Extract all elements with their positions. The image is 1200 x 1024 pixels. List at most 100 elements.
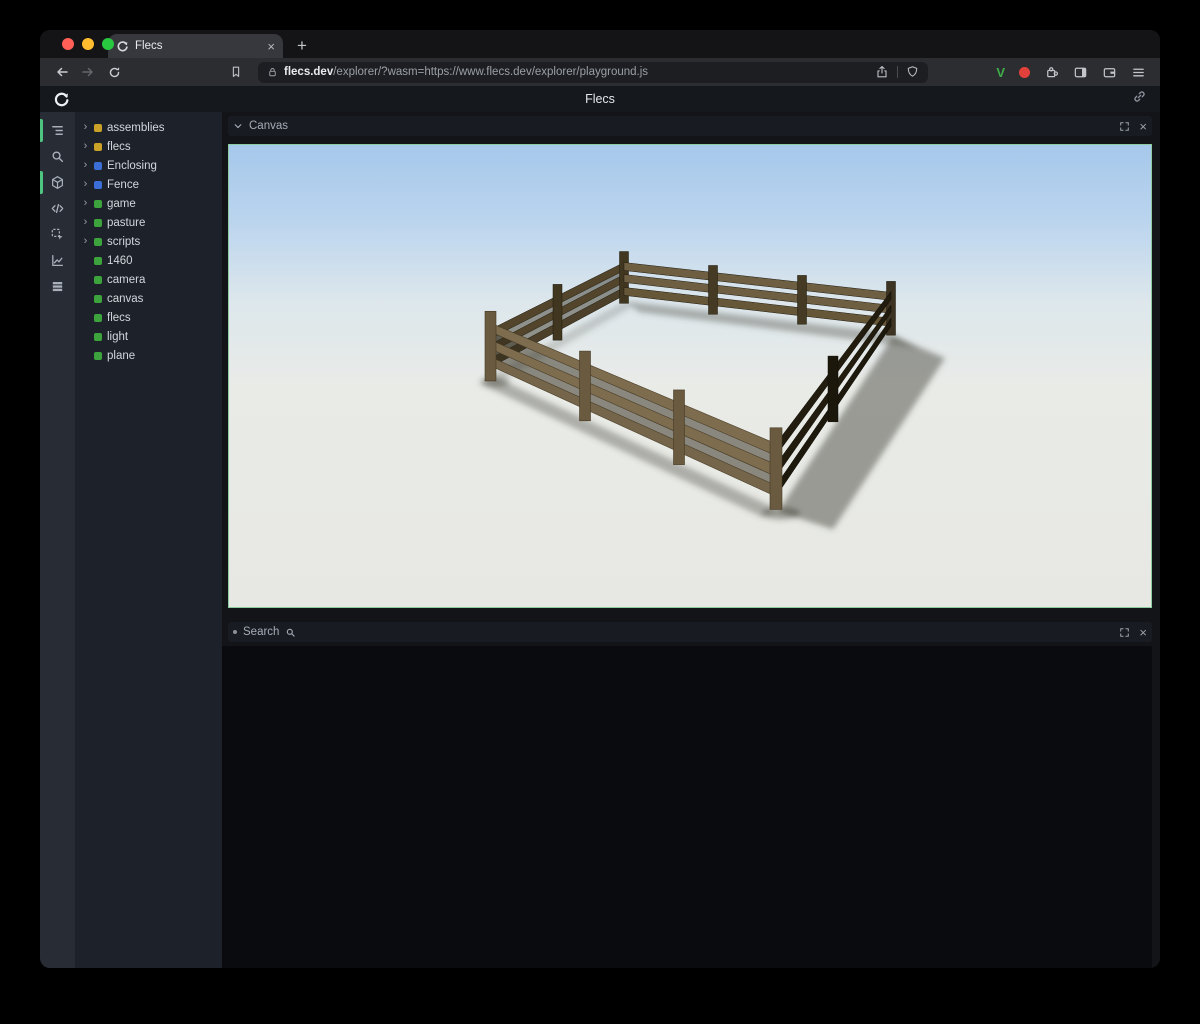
search-panel-content[interactable] bbox=[222, 646, 1152, 968]
close-window-button[interactable] bbox=[62, 38, 74, 50]
lock-icon bbox=[267, 66, 278, 78]
tab-close-icon[interactable]: × bbox=[267, 40, 275, 53]
canvas-panel-header: Canvas × bbox=[228, 116, 1152, 136]
close-panel-icon[interactable]: × bbox=[1139, 626, 1147, 639]
browser-tab-strip: Flecs × + bbox=[40, 30, 1160, 58]
tree-item-light[interactable]: light bbox=[75, 327, 222, 346]
entity-color-square bbox=[94, 200, 102, 208]
expand-panel-icon[interactable] bbox=[1119, 627, 1130, 638]
canvas-3d-scene bbox=[229, 145, 1151, 607]
expander-chevron-icon[interactable]: › bbox=[82, 160, 89, 171]
tree-item-scripts[interactable]: ›scripts bbox=[75, 232, 222, 251]
close-panel-icon[interactable]: × bbox=[1139, 120, 1147, 133]
forward-button[interactable] bbox=[76, 61, 100, 83]
stats-chart-icon[interactable] bbox=[47, 251, 69, 270]
entity-color-square bbox=[94, 162, 102, 170]
browser-window: Flecs × + flecs.dev/explorer/?wasm=https… bbox=[40, 30, 1160, 968]
entity-color-square bbox=[94, 143, 102, 151]
entity-label: flecs bbox=[107, 141, 131, 153]
wallet-icon[interactable] bbox=[1102, 65, 1117, 80]
tab-favicon-flecs-logo bbox=[116, 40, 129, 53]
tree-item-assemblies[interactable]: › assemblies bbox=[75, 118, 222, 137]
entity-label: plane bbox=[107, 350, 135, 362]
url-text: flecs.dev/explorer/?wasm=https://www.fle… bbox=[284, 66, 648, 78]
shield-icon[interactable] bbox=[906, 65, 919, 79]
search-icon[interactable] bbox=[47, 147, 69, 166]
entity-tree: ›assemblies›flecs›Enclosing›Fence›game›p… bbox=[75, 112, 222, 968]
collapse-chevron-icon[interactable] bbox=[233, 121, 243, 131]
entity-color-square bbox=[94, 219, 102, 227]
url-path: /explorer/?wasm=https://www.flecs.dev/ex… bbox=[333, 66, 648, 78]
scene-cube-icon[interactable] bbox=[47, 173, 69, 192]
tables-rows-icon[interactable] bbox=[47, 277, 69, 296]
entity-label: Enclosing bbox=[107, 160, 157, 172]
entity-label: light bbox=[107, 331, 128, 343]
sky-and-ground bbox=[229, 145, 1151, 607]
entity-color-square bbox=[94, 333, 102, 341]
extension-red-dot-icon[interactable] bbox=[1019, 67, 1030, 78]
tree-item-plane[interactable]: plane bbox=[75, 346, 222, 365]
search-small-icon bbox=[285, 627, 296, 638]
minimize-window-button[interactable] bbox=[82, 38, 94, 50]
share-icon[interactable] bbox=[875, 65, 889, 79]
back-button[interactable] bbox=[50, 61, 74, 83]
entity-label: flecs bbox=[107, 312, 131, 324]
search-panel-title: Search bbox=[243, 626, 279, 638]
entity-color-square bbox=[94, 295, 102, 303]
url-domain: flecs.dev bbox=[284, 66, 333, 78]
expand-panel-icon[interactable] bbox=[1119, 121, 1130, 132]
entity-label: pasture bbox=[107, 217, 145, 229]
expander-chevron-icon[interactable]: › bbox=[82, 122, 89, 133]
browser-tab[interactable]: Flecs × bbox=[108, 34, 283, 58]
expander-chevron-icon[interactable]: › bbox=[82, 236, 89, 247]
entity-color-square bbox=[94, 181, 102, 189]
app-header: Flecs bbox=[40, 86, 1160, 112]
entity-color-square bbox=[94, 352, 102, 360]
zoom-window-button[interactable] bbox=[102, 38, 114, 50]
inspect-cursor-icon[interactable] bbox=[47, 225, 69, 244]
extensions-puzzle-icon[interactable] bbox=[1044, 65, 1059, 80]
main-panels: Canvas × bbox=[222, 112, 1160, 968]
search-panel-actions: × bbox=[1119, 626, 1147, 639]
code-icon[interactable] bbox=[47, 199, 69, 218]
extension-v-icon[interactable]: V bbox=[996, 65, 1005, 80]
entity-label: 1460 bbox=[107, 255, 133, 267]
entity-label: assemblies bbox=[107, 122, 165, 134]
panel-bullet-icon[interactable] bbox=[233, 630, 237, 634]
expander-chevron-icon[interactable]: › bbox=[82, 217, 89, 228]
tree-item-flecs[interactable]: › flecs bbox=[75, 137, 222, 156]
canvas-3d-viewport[interactable] bbox=[228, 144, 1152, 608]
tree-item-camera[interactable]: camera bbox=[75, 270, 222, 289]
bookmarks-icon[interactable] bbox=[224, 61, 248, 83]
tree-item-game[interactable]: ›game bbox=[75, 194, 222, 213]
canvas-panel-actions: × bbox=[1119, 120, 1147, 133]
entity-color-square bbox=[94, 257, 102, 265]
tab-title: Flecs bbox=[135, 40, 162, 52]
window-controls bbox=[62, 38, 114, 50]
tree-item-1460[interactable]: 1460 bbox=[75, 251, 222, 270]
tree-item-pasture[interactable]: › pasture bbox=[75, 213, 222, 232]
search-panel-header: Search × bbox=[228, 622, 1152, 642]
menu-hamburger-icon[interactable] bbox=[1131, 65, 1146, 80]
icon-rail bbox=[40, 112, 75, 968]
tree-item-Enclosing[interactable]: › Enclosing bbox=[75, 156, 222, 175]
address-bar-actions bbox=[875, 65, 919, 79]
tree-item-flecs[interactable]: flecs bbox=[75, 308, 222, 327]
expander-chevron-icon[interactable]: › bbox=[82, 179, 89, 190]
entity-label: Fence bbox=[107, 179, 139, 191]
entity-color-square bbox=[94, 124, 102, 132]
address-bar[interactable]: flecs.dev/explorer/?wasm=https://www.fle… bbox=[258, 62, 928, 83]
reload-button[interactable] bbox=[102, 61, 126, 83]
entity-color-square bbox=[94, 238, 102, 246]
share-link-icon[interactable] bbox=[1132, 89, 1147, 109]
entity-color-square bbox=[94, 276, 102, 284]
new-tab-button[interactable]: + bbox=[297, 37, 307, 54]
tree-item-canvas[interactable]: canvas bbox=[75, 289, 222, 308]
expander-chevron-icon[interactable]: › bbox=[82, 141, 89, 152]
outliner-icon[interactable] bbox=[47, 121, 69, 140]
tree-item-Fence[interactable]: › Fence bbox=[75, 175, 222, 194]
desktop-background: Flecs × + flecs.dev/explorer/?wasm=https… bbox=[0, 0, 1200, 1024]
divider bbox=[897, 66, 898, 78]
expander-chevron-icon[interactable]: › bbox=[82, 198, 89, 209]
sidebar-panel-icon[interactable] bbox=[1073, 65, 1088, 80]
